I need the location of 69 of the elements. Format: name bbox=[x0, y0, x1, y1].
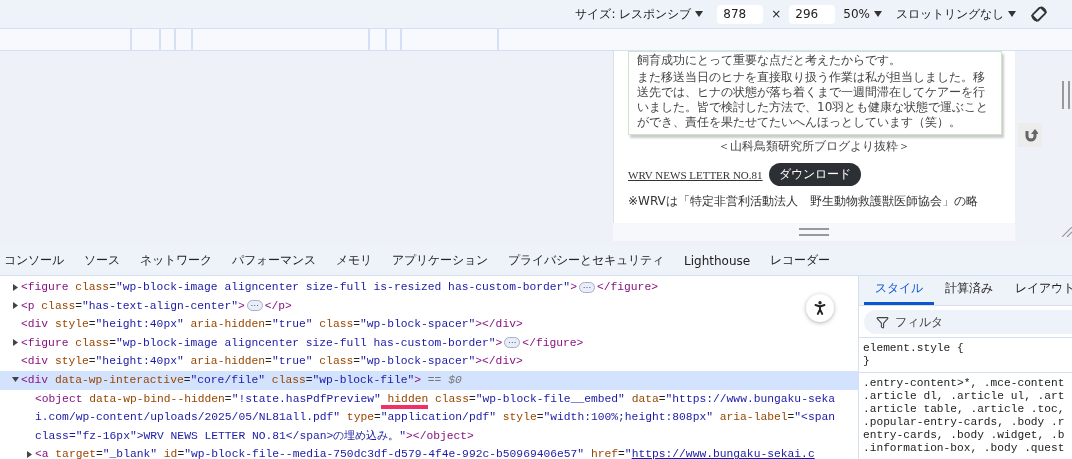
download-button[interactable]: ダウンロード bbox=[768, 163, 861, 186]
code-line: .information-box, .body .quest bbox=[863, 442, 1065, 455]
code-line: </p> bbox=[264, 299, 292, 312]
code-line: .article table, .article .toc, bbox=[863, 403, 1065, 416]
rotate-icon[interactable] bbox=[1030, 5, 1048, 23]
code-line: <object data-wp-bind--hidden="!state.hasPdfPreview" hidden class="wp-block-file__embed" data="https://www.bungaku-sekai.com/wp-content/uploads/2025/05/NL81all.pdf" type="application/pdf" style="width:100%;height:808px" aria-label="<span class="fz-16px">WRV NEWS LETTER NO.81</span>の埋め込み。"></object> bbox=[35, 391, 837, 444]
devtools-tab[interactable]: コンソール bbox=[4, 252, 64, 269]
code-line: } bbox=[863, 355, 870, 368]
filter-field[interactable]: フィルタ bbox=[864, 310, 1072, 334]
devtools-tab[interactable]: Lighthouse bbox=[684, 253, 751, 268]
code-line: .entry-content>*, .mce-content bbox=[863, 377, 1065, 390]
code-line: <p class="has-text-align-center"> bbox=[21, 299, 245, 312]
expand-button[interactable]: … bbox=[578, 281, 595, 293]
code-line: <a target="_blank" id="wp-block-file--media-750dc3df-d579-4f4e-992c-b50969406e57" href="https://www.bungaku-sekai.c bbox=[35, 447, 816, 459]
code-line: </figure> bbox=[522, 336, 584, 349]
dimensions-dropdown[interactable]: サイズ: レスポンシブ bbox=[575, 5, 704, 23]
selected-row[interactable]: <div data-wp-interactive="core/file" class="wp-block-file"> == $0 bbox=[0, 370, 858, 390]
code-line: .popular-entry-cards, .body .r bbox=[863, 416, 1065, 429]
code-line: <figure class="wp-block-image aligncenter size-full is-resized has-custom-border"> bbox=[21, 281, 577, 293]
code-line: <div data-wp-interactive="core/file" class="wp-block-file"> == $0 bbox=[21, 372, 463, 388]
code-line: </figure> bbox=[596, 281, 658, 293]
accessibility-button[interactable] bbox=[806, 294, 834, 322]
code-line: <div style="height:40px" aria-hidden="true" class="wp-block-spacer"></div> bbox=[21, 317, 524, 333]
expand-button[interactable]: … bbox=[246, 300, 263, 312]
zoom-dropdown[interactable]: 50% bbox=[843, 7, 882, 21]
code-line: <div style="height:40px" aria-hidden="true" class="wp-block-spacer"></div> bbox=[21, 354, 524, 370]
rotate-button[interactable] bbox=[1018, 123, 1042, 147]
dom-row[interactable]: <div style="height:40px" aria-hidden="true" class="wp-block-spacer"></div> bbox=[0, 315, 858, 334]
devtools-tab[interactable]: レコーダー bbox=[770, 252, 831, 269]
filter-placeholder: フィルタ bbox=[895, 313, 943, 331]
devtools-tab[interactable]: パフォーマンス bbox=[232, 252, 316, 269]
code-line: <figure class="wp-block-image aligncenter size-full has-custom-border"> bbox=[21, 336, 503, 349]
caret-icon bbox=[695, 11, 704, 17]
devtools-tab[interactable]: ソース bbox=[84, 252, 120, 269]
dom-row[interactable]: <p class="has-text-align-center"> … </p> bbox=[0, 296, 858, 316]
devtools-tab[interactable]: プライバシーとセキュリティ bbox=[508, 252, 664, 269]
code-line: .article dl, .article ul, .art bbox=[863, 390, 1065, 403]
caret-icon bbox=[1008, 11, 1016, 17]
devtools-tab[interactable]: ネットワーク bbox=[140, 252, 212, 269]
filter-icon bbox=[876, 315, 889, 329]
code-line: element.style { bbox=[863, 342, 964, 355]
styles-tab[interactable]: 計算済み bbox=[934, 280, 1004, 306]
expand-button[interactable]: … bbox=[504, 337, 521, 349]
styles-tab[interactable]: レイアウト bbox=[1004, 280, 1072, 306]
caret-icon bbox=[874, 11, 882, 17]
expand-arrow-icon[interactable] bbox=[12, 339, 19, 347]
expand-arrow-icon[interactable] bbox=[12, 283, 19, 291]
devtools-tab[interactable]: メモリ bbox=[336, 252, 372, 269]
times-sign: × bbox=[771, 7, 782, 21]
expand-arrow-icon[interactable] bbox=[12, 302, 19, 310]
styles-tab[interactable]: スタイル bbox=[864, 280, 934, 306]
newsletter-link[interactable]: WRV NEWS LETTER NO.81 bbox=[628, 168, 763, 181]
side-handle-icon[interactable] bbox=[1062, 81, 1070, 109]
expand-arrow-icon[interactable] bbox=[26, 450, 33, 458]
dom-row[interactable]: <figure class="wp-block-image aligncenter size-full is-resized has-custom-border"> … </figure> bbox=[0, 278, 858, 297]
resize-handle-icon[interactable] bbox=[799, 228, 829, 236]
paragraph: また移送当日のヒナを直接取り扱う作業は私が担当しました。移送先では、ヒナの状態が落ち着くまで一週間滞在してケアーを行いました。皆で検討した方法で、10羽とも健康な状態で運ぶことができ、責任を果たせてたいへんほっとしています（笑）。 bbox=[637, 70, 990, 130]
footnote: ※WRVは「特定非営利活動法人 野生動物救護獣医師協会」の略 bbox=[628, 193, 979, 210]
width-field[interactable]: 878 bbox=[717, 4, 764, 24]
dom-row[interactable]: <a target="_blank" id="wp-block-file--media-750dc3df-d579-4f4e-992c-b50969406e57" href="https://www.bungaku-sekai.c bbox=[0, 445, 858, 459]
throttling-dropdown[interactable]: スロットリングなし bbox=[896, 5, 1016, 23]
code-line: entry-cards, .body .widget, .b bbox=[863, 429, 1065, 442]
caption: ＜山科鳥類研究所ブログより抜粋＞ bbox=[717, 138, 911, 155]
dom-row[interactable]: <div style="height:40px" aria-hidden="true" class="wp-block-spacer"></div> bbox=[0, 352, 858, 371]
dom-row[interactable]: <figure class="wp-block-image aligncenter size-full has-custom-border"> … </figure> bbox=[0, 333, 858, 353]
collapse-arrow-icon[interactable] bbox=[12, 376, 19, 384]
paragraph: 飼育成功にとって重要な点だと考えたからです。 bbox=[637, 53, 902, 68]
height-field[interactable]: 296 bbox=[789, 4, 836, 24]
devtools-tab[interactable]: アプリケーション bbox=[392, 252, 488, 269]
